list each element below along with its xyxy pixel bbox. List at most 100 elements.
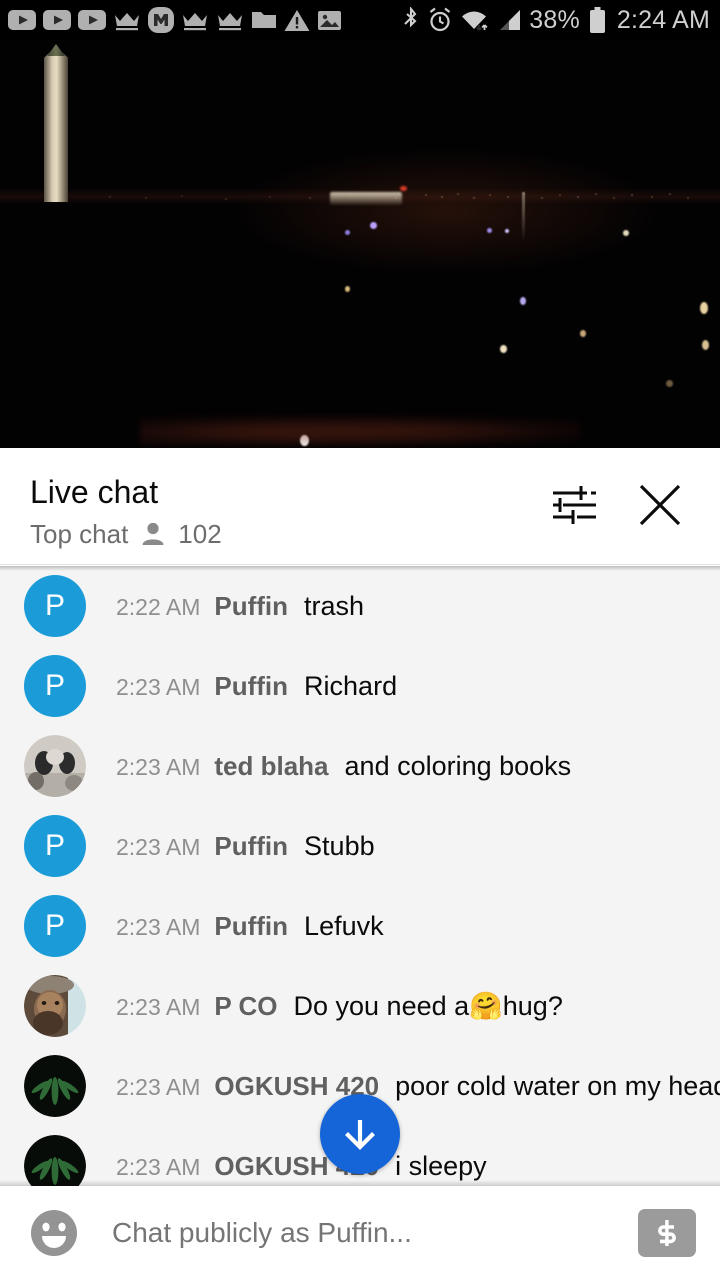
super-chat-button[interactable] — [638, 1209, 696, 1257]
light-dot — [345, 286, 350, 292]
chat-settings-button[interactable] — [550, 481, 598, 529]
message-line: 2:23 AM Puffin Richard — [116, 671, 397, 702]
message-text: Lefuvk — [304, 910, 384, 941]
message-author[interactable]: P CO — [214, 991, 277, 1022]
message-text: Stubb — [304, 830, 375, 861]
emoji-smiley-icon — [31, 1210, 77, 1256]
message-text: i sleepy — [395, 1150, 487, 1181]
light-dot — [345, 230, 350, 235]
bluetooth-icon — [404, 6, 417, 28]
scroll-to-bottom-button[interactable] — [320, 1094, 400, 1174]
person-icon — [142, 522, 164, 545]
live-chat-title: Live chat — [30, 474, 159, 510]
message-author[interactable]: ted blaha — [214, 751, 328, 782]
viewer-count-label: 102 — [178, 519, 222, 549]
video-player[interactable] — [0, 40, 720, 448]
wifi-icon — [462, 11, 488, 31]
message-line: 2:23 AM Puffin Stubb — [116, 831, 375, 862]
antenna-tower — [522, 192, 525, 240]
battery-percent-label: 38% — [529, 6, 580, 34]
chat-mode-label[interactable]: Top chat — [30, 519, 128, 549]
avatar-initial: P — [44, 829, 65, 862]
message-author[interactable]: Puffin — [214, 831, 288, 862]
light-dot — [505, 229, 509, 233]
message-timestamp: 2:23 AM — [116, 1153, 201, 1180]
message-author[interactable]: Puffin — [214, 671, 288, 702]
close-x-icon — [639, 484, 681, 526]
chat-header-actions — [550, 455, 720, 529]
message-timestamp: 2:23 AM — [116, 753, 201, 780]
m-badge-icon — [148, 7, 174, 33]
emoji-picker-button[interactable] — [26, 1205, 82, 1261]
chat-message-row[interactable]: P 2:22 AM Puffin trash — [0, 566, 720, 646]
avatar-letter: P — [24, 895, 86, 957]
chat-message-row[interactable]: P 2:23 AM Puffin Lefuvk — [0, 886, 720, 966]
close-chat-button[interactable] — [636, 481, 684, 529]
alarm-icon — [430, 7, 451, 32]
folder-icon — [252, 12, 276, 28]
youtube-icon — [8, 10, 36, 30]
chat-message-row[interactable]: P 2:23 AM Puffin Richard — [0, 646, 720, 726]
light-dot — [520, 297, 526, 305]
dollar-superchat-icon — [658, 1220, 676, 1246]
red-beacon-light — [400, 186, 407, 191]
warning-triangle-icon — [284, 9, 310, 31]
message-timestamp: 2:23 AM — [116, 833, 201, 860]
message-line: 2:23 AM Puffin Lefuvk — [116, 911, 384, 942]
avatar — [24, 1055, 86, 1117]
light-dot — [370, 222, 377, 229]
crown-icon — [218, 13, 242, 31]
status-bar-system-icons: 38% 2:24 AM — [402, 0, 710, 40]
cannabis-leaf-avatar-image — [24, 1055, 86, 1117]
message-text: poor cold water on my head — [395, 1070, 720, 1101]
avatar-initial: P — [44, 589, 65, 622]
message-text: Do you need a 🤗 hug? — [294, 990, 563, 1022]
message-line: 2:22 AM Puffin trash — [116, 591, 364, 622]
image-icon — [318, 10, 341, 30]
light-dot — [666, 380, 673, 387]
avatar-letter: P — [24, 655, 86, 717]
washington-monument — [44, 50, 68, 202]
message-text: trash — [304, 590, 365, 621]
avatar-letter: P — [24, 575, 86, 637]
message-line: 2:23 AM P CO Do you need a 🤗 hug? — [116, 990, 563, 1022]
youtube-live-chat-screen: 38% 2:24 AM Live chat Top chat 102 P 2:2… — [0, 0, 720, 1280]
avatar-initial: P — [44, 669, 65, 702]
hugging-face-emoji: 🤗 — [469, 991, 503, 1021]
message-line: 2:23 AM OGKUSH 420 i sleepy — [116, 1151, 487, 1182]
avatar — [24, 975, 86, 1037]
chat-message-row[interactable]: P 2:23 AM Puffin Stubb — [0, 806, 720, 886]
city-lights-right — [420, 190, 710, 202]
chat-message-input[interactable] — [112, 1217, 638, 1249]
clock-label: 2:24 AM — [616, 6, 710, 34]
chat-input-bar — [0, 1186, 720, 1280]
avatar — [24, 1135, 86, 1186]
message-timestamp: 2:23 AM — [116, 1073, 201, 1100]
youtube-icon — [78, 10, 106, 30]
chat-message-row[interactable]: 2:23 AM ted blaha and coloring books — [0, 726, 720, 806]
message-text: Richard — [304, 670, 398, 701]
message-author[interactable]: Puffin — [214, 591, 288, 622]
avatar — [24, 735, 86, 797]
light-dot — [700, 302, 708, 314]
signal-icon — [500, 9, 521, 30]
message-author[interactable]: Puffin — [214, 911, 288, 942]
crown-icon — [115, 13, 139, 31]
arrow-down-icon — [345, 1120, 375, 1150]
list-top-shadow — [0, 566, 720, 571]
message-line: 2:23 AM ted blaha and coloring books — [116, 751, 571, 782]
message-container: P 2:22 AM Puffin trash P 2:23 AM Puffin Richard… — [0, 566, 720, 1186]
youtube-icon — [43, 10, 71, 30]
live-chat-message-list[interactable]: P 2:22 AM Puffin trash P 2:23 AM Puffin Richard… — [0, 566, 720, 1186]
message-text-part: hug? — [502, 990, 563, 1021]
avatar-initial: P — [44, 909, 65, 942]
message-timestamp: 2:23 AM — [116, 993, 201, 1020]
avatar-letter: P — [24, 815, 86, 877]
message-text-part: Do you need a — [293, 990, 470, 1021]
city-lights-left — [100, 192, 420, 202]
message-timestamp: 2:22 AM — [116, 593, 201, 620]
light-dot — [500, 345, 507, 353]
battery-icon — [589, 6, 605, 33]
photo-avatar-image — [24, 735, 86, 797]
chat-message-row[interactable]: 2:23 AM P CO Do you need a 🤗 hug? — [0, 966, 720, 1046]
